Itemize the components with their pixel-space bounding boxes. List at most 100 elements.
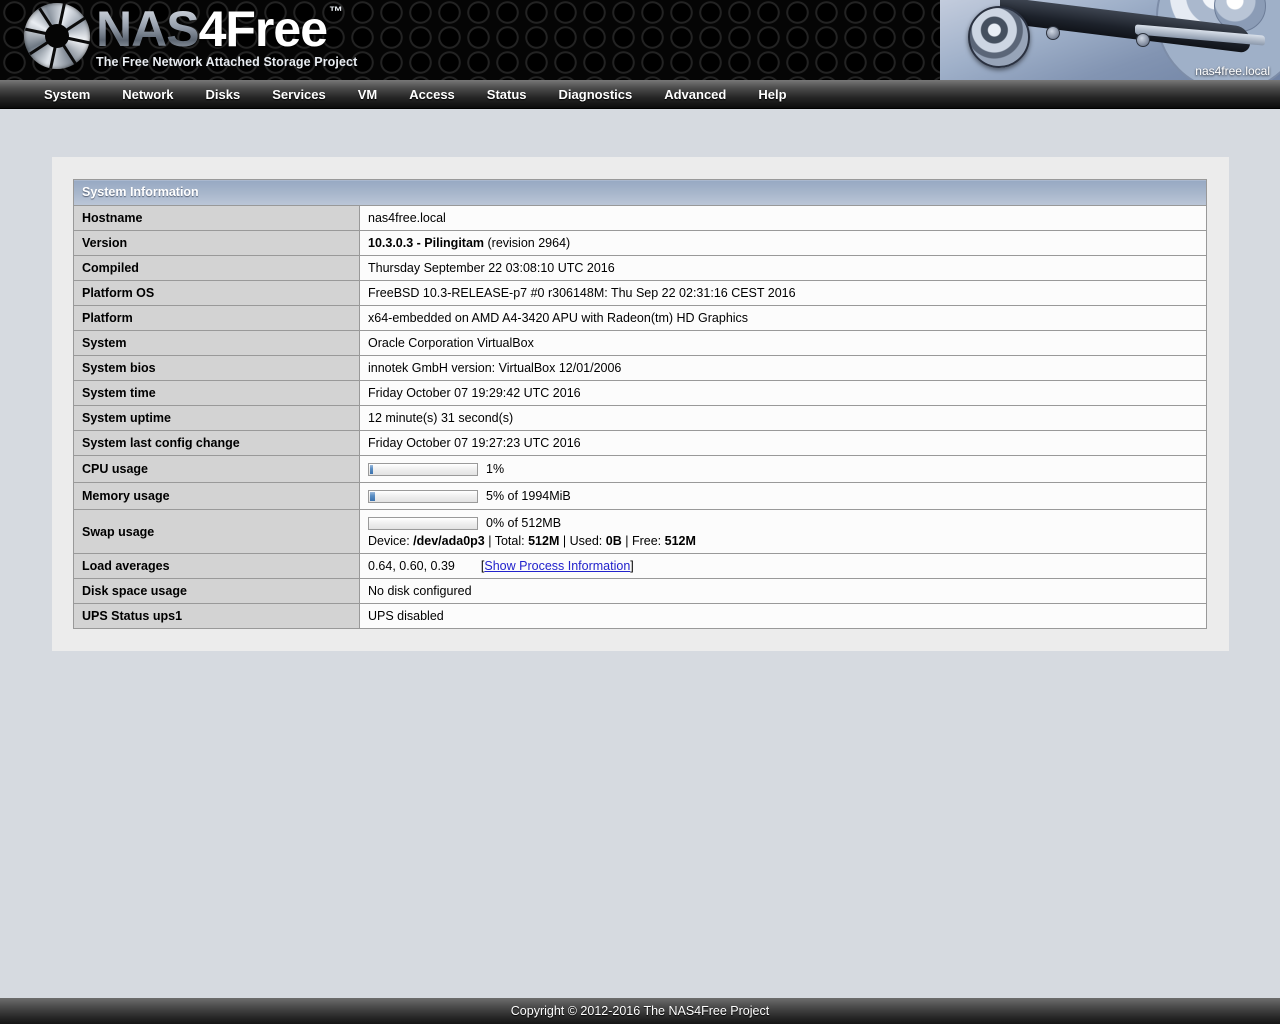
table-row-memory-usage: Memory usage 5% of 1994MiB: [73, 482, 1207, 510]
nav-item-diagnostics[interactable]: Diagnostics: [543, 80, 649, 109]
swap-usage-text: 0% of 512MB: [486, 516, 562, 530]
row-label-version: Version: [73, 230, 360, 256]
system-information-table: System Information Hostname nas4free.loc…: [73, 179, 1207, 629]
table-row-platform-os: Platform OS FreeBSD 10.3-RELEASE-p7 #0 r…: [73, 280, 1207, 306]
swap-total-value: 512M: [528, 534, 560, 548]
show-process-information-link[interactable]: Show Process Information: [484, 559, 630, 573]
table-row-swap-usage: Swap usage 0% of 512MB Device: /dev/ada0…: [73, 509, 1207, 554]
table-row-platform: Platform x64-embedded on AMD A4-3420 APU…: [73, 305, 1207, 331]
row-value-load-averages: 0.64, 0.60, 0.39 [Show Process Informati…: [359, 553, 1207, 579]
row-label-ups-status: UPS Status ups1: [73, 603, 360, 629]
logo-ring-icon: [24, 3, 90, 69]
row-value-system: Oracle Corporation VirtualBox: [359, 330, 1207, 356]
nav-item-vm[interactable]: VM: [342, 80, 394, 109]
row-label-memory-usage: Memory usage: [73, 482, 360, 510]
version-number: 10.3.0.3 - Pilingitam: [368, 236, 485, 250]
row-label-system-bios: System bios: [73, 355, 360, 381]
table-row-last-config-change: System last config change Friday October…: [73, 430, 1207, 456]
nas4free-logo[interactable]: NAS4Free ™ The Free Network Attached Stor…: [24, 3, 357, 69]
nav-item-disks[interactable]: Disks: [190, 80, 257, 109]
swap-separator: |: [562, 534, 567, 548]
memory-usage-progressbar: [368, 489, 478, 503]
row-value-system-time: Friday October 07 19:29:42 UTC 2016: [359, 380, 1207, 406]
swap-used-label: Used:: [569, 534, 603, 548]
row-label-system-uptime: System uptime: [73, 405, 360, 431]
row-value-hostname: nas4free.local: [359, 205, 1207, 231]
row-value-ups-status: UPS disabled: [359, 603, 1207, 629]
swap-used-value: 0B: [605, 534, 622, 548]
hdd-screw-hole-icon: [1046, 26, 1060, 40]
swap-device-value: /dev/ada0p3: [413, 534, 485, 548]
nav-item-help[interactable]: Help: [742, 80, 802, 109]
nav-item-access[interactable]: Access: [393, 80, 471, 109]
panel-title: System Information: [73, 179, 1207, 206]
table-row-load-averages: Load averages 0.64, 0.60, 0.39 [Show Pro…: [73, 553, 1207, 579]
row-value-last-config-change: Friday October 07 19:27:23 UTC 2016: [359, 430, 1207, 456]
memory-usage-progress-fill: [370, 491, 376, 501]
row-value-version: 10.3.0.3 - Pilingitam (revision 2964): [359, 230, 1207, 256]
logo-nas-text: NAS: [96, 0, 200, 57]
nav-item-advanced[interactable]: Advanced: [648, 80, 742, 109]
swap-usage-detail: Device: /dev/ada0p3 | Total: 512M | Used…: [368, 534, 1198, 548]
page-footer: Copyright © 2012-2016 The NAS4Free Proje…: [0, 998, 1280, 1024]
row-label-swap-usage: Swap usage: [73, 509, 360, 554]
row-value-system-uptime: 12 minute(s) 31 second(s): [359, 405, 1207, 431]
hdd-spindle-icon: [968, 6, 1030, 68]
row-value-memory-usage: 5% of 1994MiB: [359, 482, 1207, 510]
row-value-swap-usage: 0% of 512MB Device: /dev/ada0p3 | Total:…: [359, 509, 1207, 554]
table-row-system-time: System time Friday October 07 19:29:42 U…: [73, 380, 1207, 406]
nav-item-status[interactable]: Status: [471, 80, 543, 109]
hdd-screw-hole-icon: [1136, 33, 1150, 47]
table-row-compiled: Compiled Thursday September 22 03:08:10 …: [73, 255, 1207, 281]
row-label-disk-space-usage: Disk space usage: [73, 578, 360, 604]
table-row-ups-status: UPS Status ups1 UPS disabled: [73, 603, 1207, 629]
row-value-compiled: Thursday September 22 03:08:10 UTC 2016: [359, 255, 1207, 281]
row-label-load-averages: Load averages: [73, 553, 360, 579]
cpu-usage-progress-fill: [370, 464, 374, 474]
nav-item-services[interactable]: Services: [256, 80, 342, 109]
swap-free-label: Free:: [631, 534, 662, 548]
table-row-cpu-usage: CPU usage 1%: [73, 455, 1207, 483]
row-label-platform-os: Platform OS: [73, 280, 360, 306]
table-row-hostname: Hostname nas4free.local: [73, 205, 1207, 231]
logo-wordmark: NAS4Free ™ The Free Network Attached Stor…: [96, 4, 357, 69]
show-process-information-link-wrap[interactable]: [Show Process Information]: [481, 559, 634, 573]
logo-spoke: [24, 27, 90, 45]
row-value-system-bios: innotek GmbH version: VirtualBox 12/01/2…: [359, 355, 1207, 381]
row-value-cpu-usage: 1%: [359, 455, 1207, 483]
nav-item-system[interactable]: System: [28, 80, 106, 109]
copyright-text: Copyright © 2012-2016 The NAS4Free Proje…: [510, 1004, 770, 1018]
row-value-platform-os: FreeBSD 10.3-RELEASE-p7 #0 r306148M: Thu…: [359, 280, 1207, 306]
row-label-system: System: [73, 330, 360, 356]
table-row-system: System Oracle Corporation VirtualBox: [73, 330, 1207, 356]
load-averages-value: 0.64, 0.60, 0.39: [368, 559, 455, 573]
main-navigation-bar: System Network Disks Services VM Access …: [0, 80, 1280, 109]
logo-trademark-symbol: ™: [329, 2, 343, 19]
version-revision: (revision 2964): [487, 236, 571, 250]
table-row-disk-space-usage: Disk space usage No disk configured: [73, 578, 1207, 604]
cpu-usage-text: 1%: [486, 462, 505, 476]
row-label-system-time: System time: [73, 380, 360, 406]
nav-item-network[interactable]: Network: [106, 80, 189, 109]
page-header: nas4free.local NAS4Free ™ The Free Networ…: [0, 0, 1280, 80]
logo-spoke: [28, 16, 86, 56]
table-row-system-uptime: System uptime 12 minute(s) 31 second(s): [73, 405, 1207, 431]
row-value-disk-space-usage: No disk configured: [359, 578, 1207, 604]
row-label-platform: Platform: [73, 305, 360, 331]
table-row-version: Version 10.3.0.3 - Pilingitam (revision …: [73, 230, 1207, 256]
cpu-usage-progressbar: [368, 462, 478, 476]
content-panel: System Information Hostname nas4free.loc…: [52, 157, 1229, 651]
swap-device-label: Device:: [368, 534, 410, 548]
row-label-last-config-change: System last config change: [73, 430, 360, 456]
row-label-compiled: Compiled: [73, 255, 360, 281]
logo-spoke: [37, 7, 77, 65]
swap-free-value: 512M: [664, 534, 696, 548]
swap-separator: |: [488, 534, 492, 548]
row-label-hostname: Hostname: [73, 205, 360, 231]
link-close-bracket: ]: [630, 559, 634, 573]
logo-spoke: [48, 3, 66, 69]
header-hostname-label: nas4free.local: [1195, 64, 1270, 78]
swap-total-label: Total:: [494, 534, 525, 548]
memory-usage-text: 5% of 1994MiB: [486, 489, 571, 503]
row-value-platform: x64-embedded on AMD A4-3420 APU with Rad…: [359, 305, 1207, 331]
